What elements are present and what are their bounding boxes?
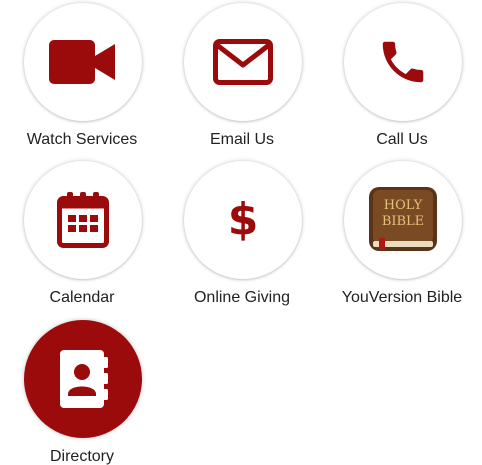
holy-bible-icon: HOLY BIBLE xyxy=(365,185,441,255)
menu-grid: Watch Services Email Us Call Us Calendar… xyxy=(0,0,482,465)
tile-email-us-circle[interactable] xyxy=(184,3,302,121)
tile-email-us[interactable]: Email Us xyxy=(162,3,322,158)
bible-title-line2: BIBLE xyxy=(382,214,424,229)
tile-call-us-label: Call Us xyxy=(376,131,428,148)
tile-online-giving[interactable]: $ Online Giving xyxy=(162,161,322,316)
tile-directory[interactable]: Directory xyxy=(2,320,162,465)
video-camera-icon xyxy=(49,40,117,84)
calendar-icon xyxy=(57,192,109,248)
tile-calendar-circle[interactable] xyxy=(24,161,142,279)
phone-icon xyxy=(376,35,430,89)
envelope-icon xyxy=(213,39,273,85)
dollar-icon: $ xyxy=(227,194,259,245)
tile-email-us-label: Email Us xyxy=(209,131,274,148)
tile-watch-services[interactable]: Watch Services xyxy=(2,3,162,158)
tile-directory-label: Directory xyxy=(49,448,114,465)
tile-calendar-label: Calendar xyxy=(49,289,115,306)
contact-book-icon xyxy=(56,348,110,410)
tile-call-us-circle[interactable] xyxy=(344,3,462,121)
tile-watch-services-label: Watch Services xyxy=(26,131,138,148)
tile-call-us[interactable]: Call Us xyxy=(322,3,482,158)
tile-calendar[interactable]: Calendar xyxy=(2,161,162,316)
tile-online-giving-circle[interactable]: $ xyxy=(184,161,302,279)
tile-youversion-bible-circle[interactable]: HOLY BIBLE xyxy=(344,161,462,279)
tile-youversion-bible-label: YouVersion Bible xyxy=(341,289,463,306)
bible-title-line1: HOLY xyxy=(384,198,423,213)
tile-watch-services-circle[interactable] xyxy=(24,3,142,121)
tile-youversion-bible[interactable]: HOLY BIBLE YouVersion Bible xyxy=(322,161,482,316)
tile-online-giving-label: Online Giving xyxy=(193,289,291,306)
tile-directory-circle[interactable] xyxy=(24,320,142,438)
